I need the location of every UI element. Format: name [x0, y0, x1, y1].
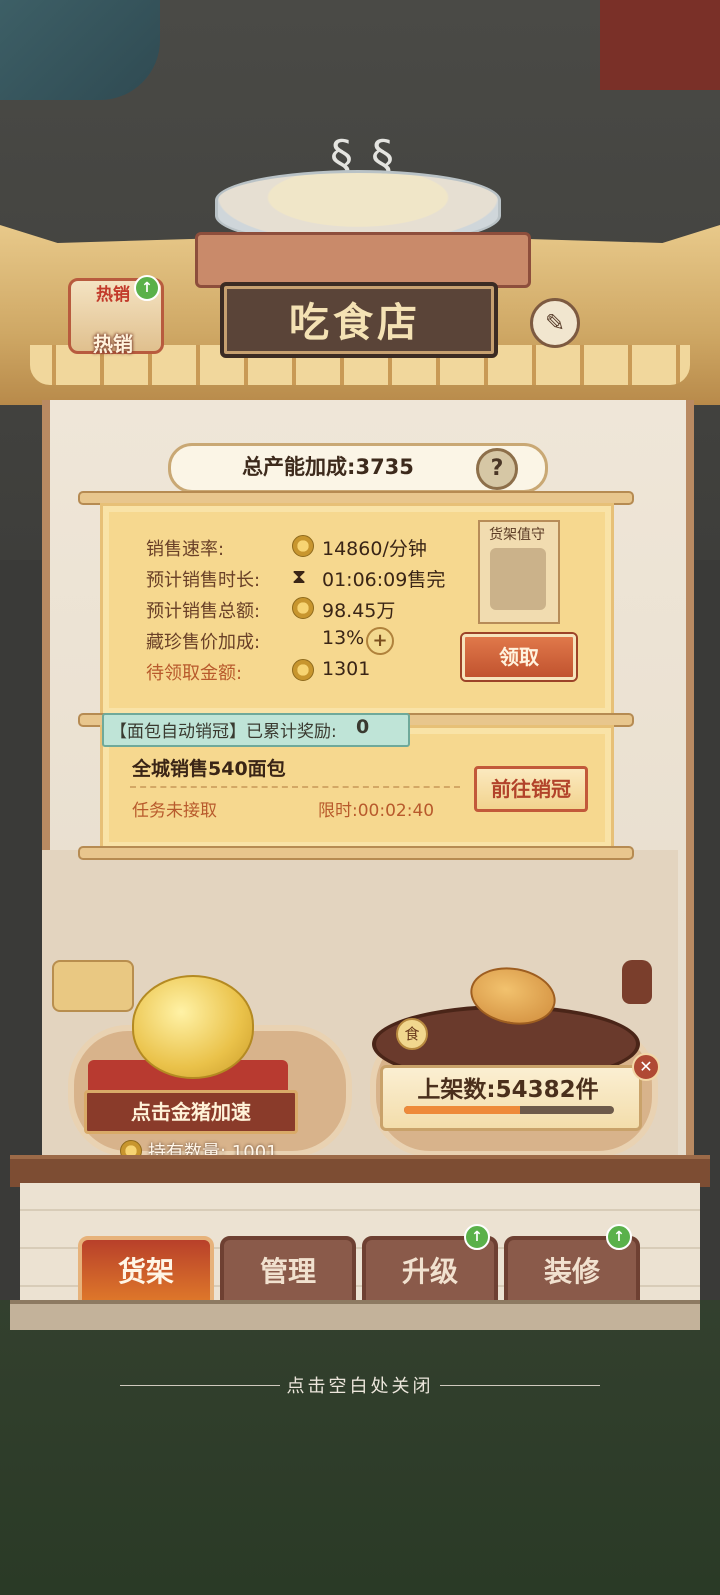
coin-icon	[292, 535, 314, 557]
divider	[130, 786, 460, 788]
steamer-basket-image	[52, 960, 134, 1012]
task-time-limit: 限时:00:02:40	[318, 801, 435, 821]
shop-title: 吃食店	[289, 300, 421, 346]
goto-sales-champion-button[interactable]: 前往销冠	[474, 766, 588, 812]
sales-duration-value: 01:06:09售完	[322, 569, 446, 591]
roof-band	[195, 232, 531, 288]
shelf-count-text: 上架数:54382件	[417, 1077, 599, 1103]
tab-shelf[interactable]: 货架	[78, 1236, 214, 1308]
auto-sale-label: 【面包自动销冠】已累计奖励:	[110, 722, 337, 742]
sales-total-value: 98.45万	[322, 600, 396, 622]
coin-icon	[292, 597, 314, 619]
background-grass[interactable]	[0, 1300, 720, 1595]
treasure-bonus-value: 13%	[322, 627, 365, 649]
hourglass-icon: ⧗	[292, 564, 307, 588]
coin-icon	[292, 659, 314, 681]
guard-character-image	[490, 548, 546, 610]
close-icon[interactable]: ✕	[632, 1053, 660, 1081]
tab-manage[interactable]: 管理	[220, 1236, 356, 1308]
sales-rate-label: 销售速率:	[146, 539, 225, 560]
golden-pig-icon[interactable]	[132, 975, 254, 1079]
background-wall	[600, 0, 720, 90]
claim-button[interactable]: 领取	[462, 634, 576, 680]
golden-pig-speedup-button[interactable]: 点击金猪加速	[84, 1090, 298, 1134]
rename-pencil-icon[interactable]: ✎	[530, 298, 580, 348]
divider	[440, 1385, 600, 1386]
add-bonus-button[interactable]: +	[366, 627, 394, 655]
pending-amount-value: 1301	[322, 658, 371, 680]
background-water	[0, 0, 160, 100]
sales-total-label: 预计销售总额:	[146, 601, 261, 622]
scroll-rod	[78, 846, 634, 860]
upgrade-arrow-icon: ↑	[464, 1224, 490, 1250]
sales-rate-value: 14860/分钟	[322, 538, 427, 560]
shelf-guard-title: 货架值守	[489, 527, 545, 543]
total-capacity-text: 总产能加成:3735	[242, 455, 414, 479]
auto-sale-count: 0	[356, 716, 370, 738]
upgrade-arrow-icon: ↑	[606, 1224, 632, 1250]
shop-floor	[10, 1300, 700, 1330]
help-button[interactable]: ?	[476, 448, 518, 490]
food-badge-icon: 食	[396, 1018, 428, 1050]
shelf-progress-bar	[404, 1106, 614, 1114]
sales-duration-label: 预计销售时长:	[146, 570, 261, 591]
task-status: 任务未接取	[132, 801, 217, 821]
upgrade-arrow-icon: ↑	[134, 275, 160, 301]
shelf-progress-fill	[404, 1106, 520, 1114]
task-name: 全城销售540面包	[132, 758, 286, 780]
jug-image	[622, 960, 652, 1004]
hot-sale-label: 热销	[93, 332, 133, 356]
treasure-bonus-label: 藏珍售价加成:	[146, 632, 261, 653]
pending-amount-label: 待领取金额:	[146, 663, 243, 684]
